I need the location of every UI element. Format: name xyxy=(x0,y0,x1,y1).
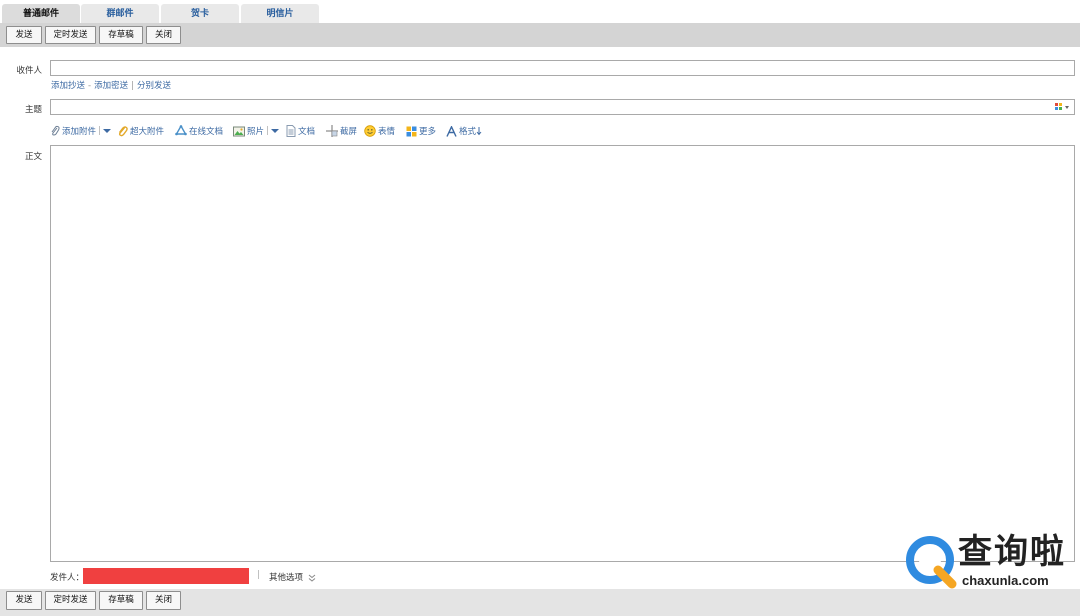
recipient-label: 收件人 xyxy=(16,66,42,76)
tab-group-mail[interactable]: 群邮件 xyxy=(81,4,159,23)
online-doc-label: 在线文档 xyxy=(189,127,224,137)
save-draft-button-bottom[interactable]: 存草稿 xyxy=(99,591,143,610)
subject-stationery-icon[interactable] xyxy=(1054,102,1070,112)
emoji-button[interactable]: 表情 xyxy=(364,123,395,139)
chevron-down-icon[interactable] xyxy=(270,128,279,134)
sender-separator: | xyxy=(257,570,260,580)
magnifier-logo-icon xyxy=(906,536,957,589)
font-format-icon xyxy=(446,125,457,137)
double-chevron-down-icon xyxy=(308,574,316,582)
link-separator-bar: | xyxy=(131,81,134,91)
scheduled-send-button[interactable]: 定时发送 xyxy=(45,26,96,44)
other-options-label: 其他选项 xyxy=(269,573,304,583)
subject-input[interactable] xyxy=(50,99,1075,115)
close-button-bottom[interactable]: 关闭 xyxy=(146,591,181,610)
other-options-toggle[interactable]: 其他选项 xyxy=(269,571,316,583)
scissors-screenshot-icon xyxy=(326,125,338,137)
smiley-icon xyxy=(364,125,376,137)
online-doc-icon xyxy=(175,125,187,136)
document-button[interactable]: 文档 xyxy=(286,123,315,139)
document-icon xyxy=(286,125,296,137)
chevron-down-icon[interactable] xyxy=(102,128,111,134)
photo-button[interactable]: 照片 | xyxy=(233,123,281,139)
more-apps-icon xyxy=(406,126,417,136)
subject-label: 主题 xyxy=(24,105,42,115)
large-attachment-button[interactable]: 超大附件 xyxy=(117,123,164,139)
link-separator-dash: - xyxy=(88,81,92,91)
format-toggle-arrow-icon xyxy=(476,127,482,136)
close-button[interactable]: 关闭 xyxy=(146,26,181,44)
watermark-logo: 查询啦 chaxunla.com xyxy=(904,532,1072,590)
tab-greeting-card[interactable]: 贺卡 xyxy=(161,4,239,23)
scheduled-send-button-bottom[interactable]: 定时发送 xyxy=(45,591,96,610)
paperclip-icon xyxy=(51,125,60,136)
body-editor[interactable] xyxy=(50,145,1075,562)
screenshot-button[interactable]: 截屏 xyxy=(326,123,357,139)
sender-address-redacted[interactable] xyxy=(83,568,249,584)
bottom-toolbar: 发送 定时发送 存草稿 关闭 xyxy=(0,589,1080,616)
emoji-label: 表情 xyxy=(378,127,396,137)
document-label: 文档 xyxy=(298,127,316,137)
photo-icon xyxy=(233,126,245,136)
more-button[interactable]: 更多 xyxy=(406,123,436,139)
compose-tabs: 普通邮件 群邮件 贺卡 明信片 xyxy=(0,0,1080,23)
tab-normal-mail[interactable]: 普通邮件 xyxy=(2,4,80,23)
format-label: 格式 xyxy=(459,127,477,137)
add-cc-link[interactable]: 添加抄送 xyxy=(51,79,85,91)
add-attachment-label: 添加附件 xyxy=(62,127,97,137)
save-draft-button[interactable]: 存草稿 xyxy=(99,26,143,44)
large-attachment-icon xyxy=(118,126,128,137)
send-button[interactable]: 发送 xyxy=(6,26,42,44)
screenshot-label: 截屏 xyxy=(340,127,358,137)
watermark-text: 查询啦 xyxy=(958,532,1066,572)
online-doc-button[interactable]: 在线文档 xyxy=(175,123,223,139)
more-label: 更多 xyxy=(419,127,437,137)
sender-label: 发件人： xyxy=(50,573,85,583)
watermark-url: chaxunla.com xyxy=(962,573,1049,588)
recipient-input[interactable] xyxy=(50,60,1075,76)
recipient-options: 添加抄送 - 添加密送 | 分别发送 xyxy=(51,79,171,91)
format-button[interactable]: 格式 xyxy=(446,123,484,139)
body-label: 正文 xyxy=(24,152,42,162)
tab-postcard[interactable]: 明信片 xyxy=(241,4,319,23)
separate-send-link[interactable]: 分别发送 xyxy=(137,79,171,91)
photo-label: 照片 xyxy=(247,127,265,137)
add-attachment-button[interactable]: 添加附件 | xyxy=(50,123,113,139)
add-bcc-link[interactable]: 添加密送 xyxy=(94,79,128,91)
send-button-bottom[interactable]: 发送 xyxy=(6,591,42,610)
large-attachment-label: 超大附件 xyxy=(130,127,165,137)
compose-mail-window: 普通邮件 群邮件 贺卡 明信片 发送 定时发送 存草稿 关闭 收件人 添加抄送 -… xyxy=(0,0,1080,616)
top-toolbar: 发送 定时发送 存草稿 关闭 xyxy=(0,23,1080,47)
